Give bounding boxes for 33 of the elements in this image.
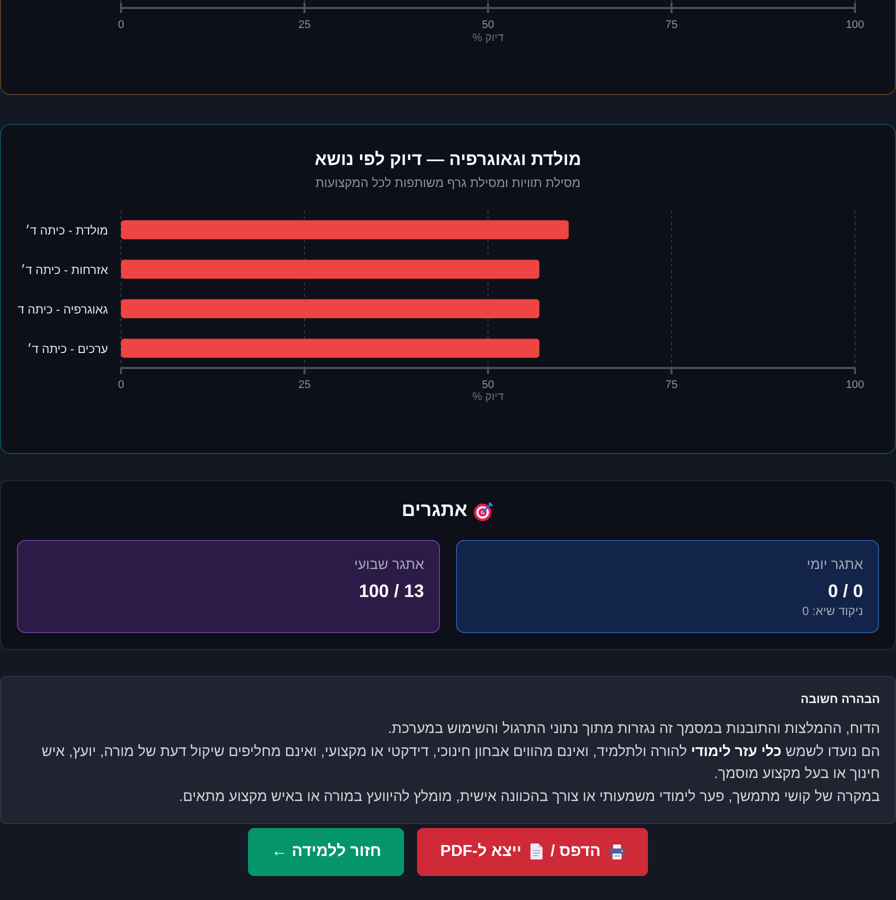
print-export-button[interactable]: הדפס / ייצא ל-PDF	[417, 828, 648, 876]
challenge-label: אתגר יומי	[806, 555, 863, 573]
challenge-count: 13 / 100	[358, 580, 424, 603]
back-button[interactable]: חזור ללמידה ←	[248, 828, 404, 876]
chart-subtitle: מסילת תוויות ומסילת גרף משותפות לכל המקצועות	[314, 175, 582, 191]
axis-tick-label: 0	[118, 379, 124, 391]
chart-title: מולדת וגאוגרפיה — דיוק לפי נושא	[314, 148, 582, 171]
category-label: אזרחות - כיתה ד׳	[20, 262, 108, 277]
category-label: מולדת - כיתה ד׳	[25, 223, 108, 238]
disclaimer-title: הבהרה חשובה	[800, 691, 880, 708]
axis-tick-label: 25	[298, 379, 311, 391]
axis-tick-label: 50	[482, 19, 494, 31]
axis-tick-label: 100	[846, 19, 864, 31]
best-score: ניקוד שיא: 0	[801, 603, 863, 619]
axis-tick-label: 25	[298, 19, 311, 31]
axis-tick-label: 50	[482, 379, 494, 391]
disclaimer-paragraph: במקרה של קושי מתמשך, פער לימודי משמעותי או צורך בהכוונה אישית, מומלץ להיוועץ במורה או באיש מקצוע מתאים.	[178, 788, 880, 808]
category-label: גאוגרפיה - כיתה ד	[18, 302, 108, 316]
axis-title: דיוק %	[472, 32, 504, 44]
axis-tick-label: 75	[665, 19, 678, 31]
document-icon	[530, 843, 542, 860]
axis-title: דיוק %	[472, 391, 504, 403]
printer-icon	[608, 844, 625, 860]
target-icon	[473, 500, 494, 522]
axis-tick-label: 75	[665, 379, 678, 391]
challenge-label: אתגר שבועי	[353, 555, 424, 573]
disclaimer-paragraph: הם נועדו לשמש כלי עזר לימודי להורה ולתלמיד, ואינם מהווים אבחון חינוכי, דידקטי או מקצועי, ואינם מחליפים שיקול דעת של מורה, יועץ, איש חינוך או בעל מקצוע מוסמך.	[40, 742, 880, 784]
axis-tick-label: 0	[118, 19, 124, 31]
challenge-count: 0 / 0	[826, 580, 863, 603]
category-label: ערכים - כיתה ד׳	[27, 342, 108, 356]
disclaimer-paragraph: הדוח, ההמלצות והתובנות במסמך זה נגזרות מתוך נתוני התרגול והשימוש במערכת.	[386, 720, 880, 739]
challenges-title: אתגרים	[402, 499, 468, 523]
axis-tick-label: 100	[846, 379, 864, 391]
